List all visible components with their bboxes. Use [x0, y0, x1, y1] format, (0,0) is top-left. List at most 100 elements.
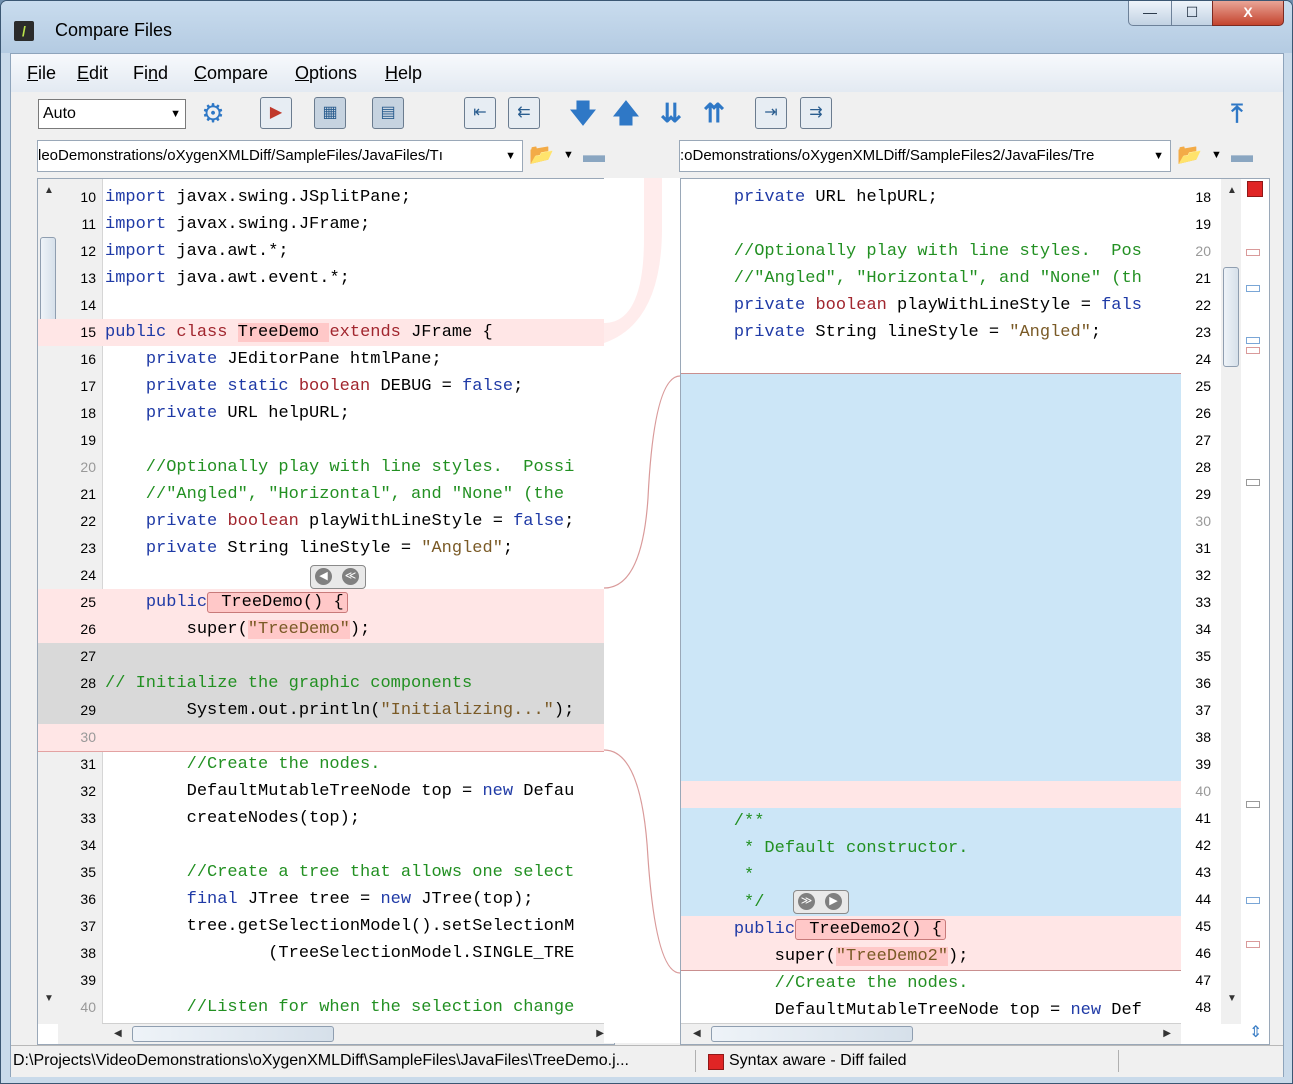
maximize-button[interactable]: ☐ — [1171, 1, 1213, 26]
copy-all-right-icon[interactable]: ⇉ — [800, 97, 832, 129]
code-line: 13 import java.awt.event.*; — [80, 269, 350, 288]
sync-scroll-icon[interactable]: ⇕ — [1249, 1022, 1262, 1042]
code-line-changed: 25 public TreeDemo() { — [38, 589, 614, 616]
diff-marker[interactable] — [1246, 285, 1260, 292]
code-line: 21 //"Angled", "Horizontal", and "None" … — [80, 485, 565, 504]
gear-icon[interactable]: ⚙ — [197, 97, 229, 129]
left-horizontal-scrollbar[interactable]: ◀ ▶ — [102, 1023, 614, 1044]
algorithm-select[interactable]: Auto ▼ — [38, 99, 186, 129]
save-icon[interactable]: ▬ — [1231, 140, 1253, 170]
toolbar: Auto ▼ ⚙ ▶ ▦ ▤ ⇤ ⇇ 🡇 🡅 ⇊ ⇈ ⇥ ⇉ ⤒ — [11, 92, 1283, 136]
right-path-bar: :oDemonstrations/oXygenXMLDiff/SampleFil… — [679, 140, 1269, 172]
scroll-right-icon[interactable]: ▶ — [1163, 1028, 1171, 1039]
layout-icon[interactable]: ▤ — [372, 97, 404, 129]
menu-help[interactable]: Help — [385, 63, 422, 84]
left-hscroll-thumb[interactable] — [132, 1026, 334, 1042]
line-number: 41 — [1195, 810, 1211, 826]
left-path-bar: leoDemonstrations/oXygenXMLDiff/SampleFi… — [37, 140, 617, 172]
minimize-button[interactable]: — — [1128, 1, 1172, 26]
line-number: 44 — [1195, 891, 1211, 907]
status-bar: D:\Projects\VideoDemonstrations\oXygenXM… — [11, 1045, 1283, 1077]
folder-open-icon[interactable]: 📂 — [1177, 140, 1202, 170]
first-change-icon[interactable]: ⤒ — [1221, 97, 1253, 129]
line-number: 26 — [1195, 405, 1211, 421]
chevron-down-icon[interactable]: ▼ — [1211, 140, 1222, 170]
copy-change-icon[interactable]: ◀ — [315, 568, 332, 585]
right-code-area[interactable]: private URL helpURL; //Optionally play w… — [681, 179, 1181, 1024]
scroll-left-icon[interactable]: ◀ — [693, 1028, 701, 1039]
line-number: 25 — [1195, 378, 1211, 394]
error-marker[interactable] — [1247, 181, 1263, 197]
diff-marker[interactable] — [1246, 337, 1260, 344]
line-number: 32 — [1195, 567, 1211, 583]
diff-marker[interactable] — [1246, 347, 1260, 354]
menu-compare[interactable]: Compare — [194, 63, 268, 84]
right-horizontal-scrollbar[interactable]: ◀ ▶ — [681, 1023, 1181, 1044]
copy-all-icon[interactable]: ≪ — [342, 568, 359, 585]
line-number: 31 — [1195, 540, 1211, 556]
menu-file[interactable]: File — [27, 63, 56, 84]
copy-right-icon[interactable]: ⇥ — [755, 97, 787, 129]
line-number: 29 — [1195, 486, 1211, 502]
right-vertical-scrollbar[interactable]: ▲ ▼ — [1221, 179, 1241, 1024]
code-line-changed: 30 — [38, 724, 614, 752]
copy-all-icon[interactable]: ≫ — [798, 893, 815, 910]
left-code-area[interactable]: 10 import javax.swing.JSplitPane; 11 impor… — [38, 179, 614, 1024]
copy-change-icon[interactable]: ▶ — [825, 893, 842, 910]
next-change-icon[interactable]: 🡇 — [567, 97, 599, 129]
diff-marker[interactable] — [1246, 897, 1260, 904]
line-number: 23 — [1195, 324, 1211, 340]
previous-block-icon[interactable]: ⇈ — [698, 97, 730, 129]
line-number: 36 — [1195, 675, 1211, 691]
copy-left-icon[interactable]: ⇤ — [464, 97, 496, 129]
code-line: 35 //Create a tree that allows one selec… — [80, 863, 575, 882]
diff-marker[interactable] — [1246, 249, 1260, 256]
menu-options[interactable]: Options — [295, 63, 357, 84]
line-number: 48 — [1195, 999, 1211, 1015]
menu-edit[interactable]: Edit — [77, 63, 108, 84]
next-block-icon[interactable]: ⇊ — [655, 97, 687, 129]
compare-files-window: / Compare Files — ☐ X File Edit Find Com… — [0, 0, 1293, 1084]
line-number: 46 — [1195, 945, 1211, 961]
menu-find[interactable]: Find — [133, 63, 168, 84]
diff-marker[interactable] — [1246, 479, 1260, 486]
title-bar[interactable]: / Compare Files — ☐ X — [1, 1, 1292, 53]
line-number: 37 — [1195, 702, 1211, 718]
change-nav-buttons: ◀ ≪ — [310, 565, 366, 589]
chevron-down-icon[interactable]: ▼ — [563, 140, 574, 170]
line-number: 18 — [1195, 189, 1211, 205]
scroll-up-icon[interactable]: ▲ — [1227, 185, 1237, 196]
scroll-right-icon[interactable]: ▶ — [596, 1028, 604, 1039]
previous-change-icon[interactable]: 🡅 — [610, 97, 642, 129]
code-line: 23 private String lineStyle = "Angled"; — [80, 539, 514, 558]
line-number: 19 — [1195, 216, 1211, 232]
code-line: //Optionally play with line styles. Pos — [693, 242, 1142, 261]
code-line: 11 import javax.swing.JFrame; — [81, 215, 371, 234]
copy-all-left-icon[interactable]: ⇇ — [508, 97, 540, 129]
line-number: 30 — [1195, 513, 1211, 529]
compare-icon[interactable]: ▶ — [260, 97, 292, 129]
diff-marker[interactable] — [1246, 801, 1260, 808]
folder-open-icon[interactable]: 📂 — [529, 140, 554, 170]
right-vscroll-thumb[interactable] — [1223, 267, 1239, 367]
diff-marker[interactable] — [1246, 941, 1260, 948]
code-line: private boolean playWithLineStyle = fals — [733, 296, 1142, 315]
code-line: 33 createNodes(top); — [80, 809, 361, 828]
overview-ruler[interactable] — [1243, 179, 1267, 1024]
close-button[interactable]: X — [1212, 1, 1284, 26]
line-number: 45 — [1195, 918, 1211, 934]
code-line: * — [693, 866, 755, 885]
save-icon[interactable]: ▬ — [583, 140, 605, 170]
left-path-combo[interactable]: leoDemonstrations/oXygenXMLDiff/SampleFi… — [37, 140, 523, 172]
chevron-down-icon: ▼ — [501, 141, 516, 171]
diff-mode-icon[interactable]: ▦ — [314, 97, 346, 129]
scroll-left-icon[interactable]: ◀ — [114, 1028, 122, 1039]
scroll-down-icon[interactable]: ▼ — [1227, 993, 1237, 1004]
code-line-changed: 15 public class TreeDemo extends JFrame { — [38, 319, 614, 346]
right-path-combo[interactable]: :oDemonstrations/oXygenXMLDiff/SampleFil… — [679, 140, 1171, 172]
code-line: 37 tree.getSelectionModel().setSelection… — [80, 917, 575, 936]
right-hscroll-thumb[interactable] — [711, 1026, 913, 1042]
left-editor[interactable]: ▲ ▼ 10 import javax.swing.JSplitPane; 11 i… — [37, 178, 615, 1045]
right-editor[interactable]: private URL helpURL; //Optionally play w… — [680, 178, 1270, 1045]
code-line: 12 import java.awt.*; — [80, 242, 289, 261]
